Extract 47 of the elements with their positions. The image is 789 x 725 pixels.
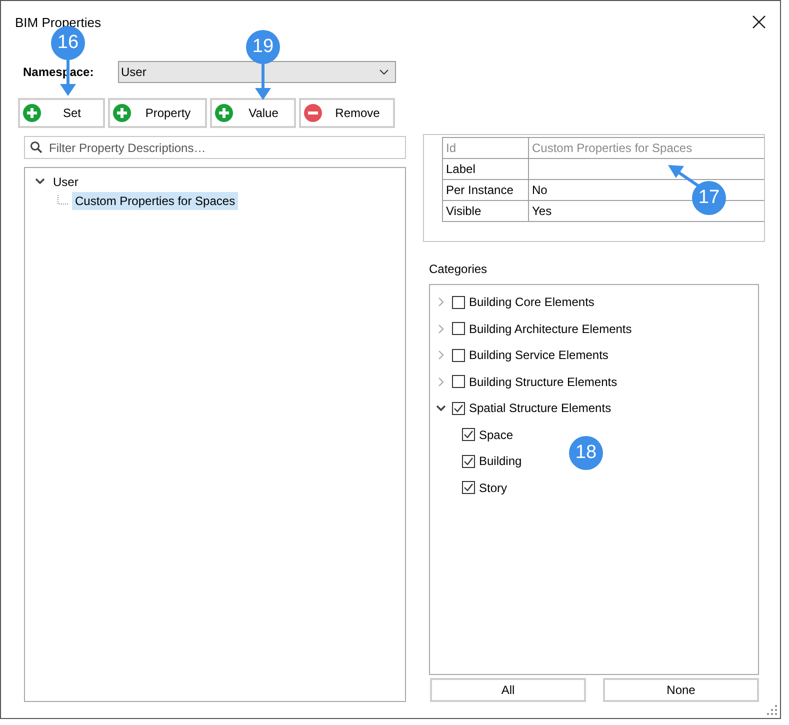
category-label: Story [479, 480, 508, 495]
checkbox[interactable] [462, 428, 475, 442]
expanded-chevron-icon[interactable] [436, 404, 446, 412]
tree-connector-icon [57, 194, 69, 206]
category-label: Building Service Elements [469, 348, 608, 362]
plus-icon [23, 104, 41, 122]
select-button[interactable]: None [603, 678, 759, 702]
toolbar-button[interactable]: Value [210, 98, 296, 128]
tree-item[interactable]: Custom Properties for Spaces [72, 192, 238, 210]
tree-item[interactable]: User [50, 172, 82, 190]
toolbar-button[interactable]: Set [18, 98, 105, 128]
checkbox[interactable] [452, 402, 465, 415]
toolbar-button[interactable]: Remove [299, 98, 395, 128]
filter-field[interactable]: Filter Property Descriptions… [24, 136, 406, 159]
callout-badge: 18 [569, 436, 603, 470]
category-label: Building Structure Elements [469, 374, 618, 389]
callout-badge: 19 [246, 30, 280, 64]
callout-arrow [254, 62, 272, 102]
category-label: Building Architecture Elements [469, 322, 632, 336]
namespace-dropdown[interactable]: User [118, 61, 396, 83]
category-label: Spatial Structure Elements [469, 401, 612, 416]
resize-grip-icon [767, 705, 777, 715]
dropdown-caret-icon [379, 69, 389, 75]
search-icon [30, 141, 42, 153]
close-button[interactable] [752, 15, 766, 29]
property-name: Id [442, 138, 528, 158]
category-label: Building [479, 454, 522, 468]
category-label: Building Core Elements [469, 295, 594, 310]
toolbar-button[interactable]: Property [108, 98, 207, 128]
checkbox[interactable] [452, 348, 465, 362]
checkbox[interactable] [452, 322, 465, 336]
categories-label: Categories [428, 262, 488, 278]
callout-badge: 16 [51, 26, 85, 60]
checkbox[interactable] [452, 375, 465, 388]
property-name: Per Instance [442, 180, 528, 200]
plus-icon [113, 104, 131, 122]
checkbox[interactable] [462, 481, 475, 494]
callout-badge: 17 [692, 181, 726, 215]
select-button[interactable]: All [430, 678, 586, 702]
expanded-chevron-icon[interactable] [35, 178, 45, 185]
checkbox[interactable] [462, 454, 475, 468]
category-label: Space [479, 428, 514, 442]
checkbox[interactable] [452, 296, 465, 309]
plus-icon [215, 104, 233, 122]
minus-icon [304, 104, 322, 122]
property-name: Visible [442, 200, 528, 222]
property-name: Label [442, 158, 528, 180]
